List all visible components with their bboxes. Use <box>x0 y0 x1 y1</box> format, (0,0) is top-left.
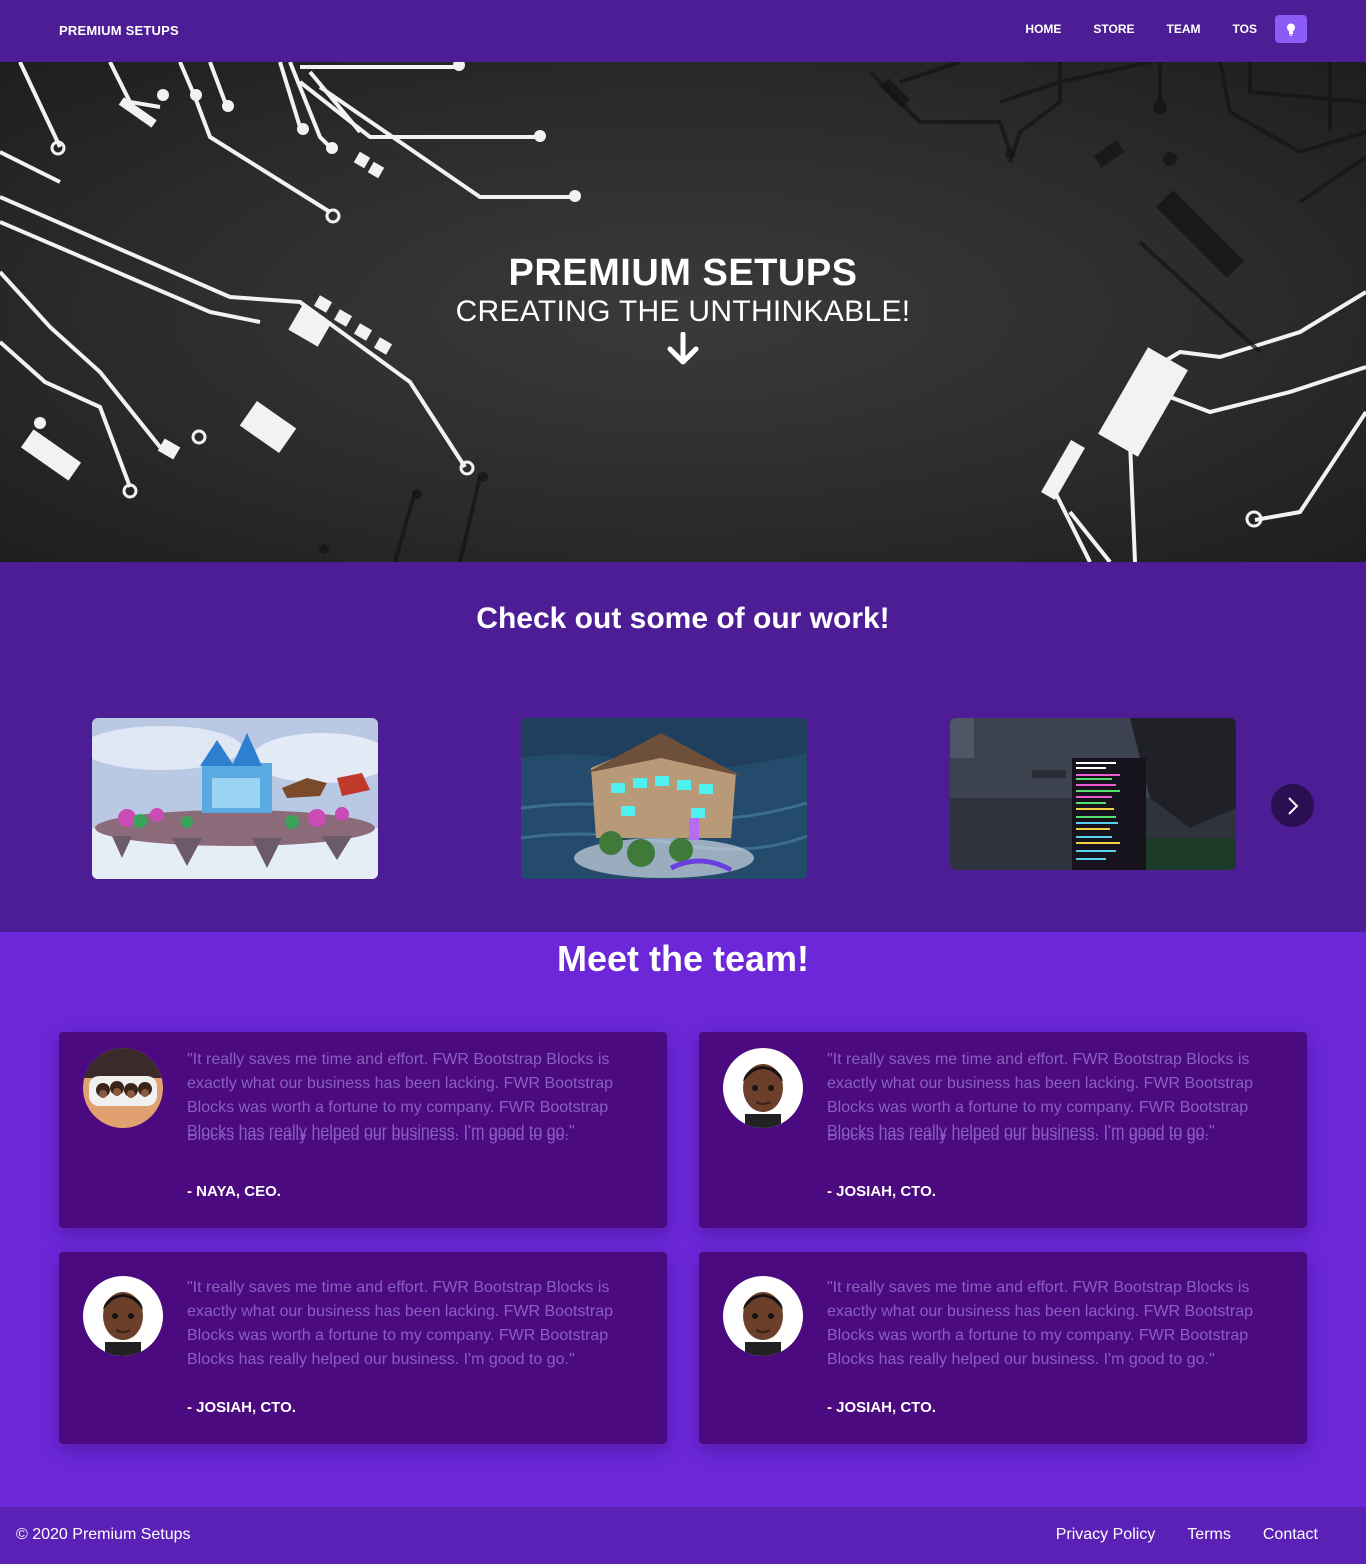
nav-tos-link[interactable]: TOS <box>1233 22 1257 36</box>
brand-logo[interactable]: PREMIUM SETUPS <box>59 23 179 38</box>
nav-links: HOME STORE TEAM TOS <box>1025 15 1307 43</box>
carousel-next-button[interactable] <box>1271 784 1314 827</box>
privacy-policy-link[interactable]: Privacy Policy <box>1056 1526 1156 1544</box>
testimonial-author: - JOSIAH, CTO. <box>187 1399 296 1416</box>
memoji-avatar <box>723 1048 803 1128</box>
nav-store-link[interactable]: STORE <box>1093 22 1134 36</box>
avatar <box>723 1276 803 1356</box>
team-card: "It really saves me time and effort. FWR… <box>59 1032 667 1228</box>
testimonial-quote: "It really saves me time and effort. FWR… <box>187 1051 613 1140</box>
group-photo <box>83 1048 163 1128</box>
navbar: PREMIUM SETUPS HOME STORE TEAM TOS <box>0 0 1366 62</box>
team-card: "It really saves me time and effort. FWR… <box>699 1252 1307 1444</box>
memoji-avatar <box>83 1276 163 1356</box>
nav-home-link[interactable]: HOME <box>1025 22 1061 36</box>
team-card: "It really saves me time and effort. FWR… <box>699 1032 1307 1228</box>
testimonial-quote: "It really saves me time and effort. FWR… <box>827 1279 1253 1368</box>
hero-title: PREMIUM SETUPS <box>508 252 858 294</box>
chevron-right-icon <box>1287 796 1298 815</box>
hero-banner: PREMIUM SETUPS CREATING THE UNTHINKABLE! <box>0 62 1366 562</box>
team-title: Meet the team! <box>556 938 810 979</box>
testimonial-quote-echo: Blocks has really helped our business. I… <box>187 1134 575 1144</box>
avatar <box>723 1048 803 1128</box>
terms-link[interactable]: Terms <box>1187 1526 1231 1544</box>
work-image-winter-island[interactable] <box>92 718 378 879</box>
testimonial-author: - JOSIAH, CTO. <box>827 1399 936 1416</box>
team-card: "It really saves me time and effort. FWR… <box>59 1252 667 1444</box>
theme-toggle-button[interactable] <box>1275 15 1307 43</box>
testimonial-quote-echo: Blocks has really helped our business. I… <box>827 1134 1215 1144</box>
footer: © 2020 Premium Setups Privacy Policy Ter… <box>0 1507 1366 1564</box>
winter-island-picture <box>92 718 378 879</box>
testimonial-quote: "It really saves me time and effort. FWR… <box>187 1279 613 1368</box>
work-section: Check out some of our work! <box>0 562 1366 932</box>
testimonial-quote: "It really saves me time and effort. FWR… <box>827 1051 1253 1140</box>
nav-team-link[interactable]: TEAM <box>1167 22 1201 36</box>
lightbulb-icon <box>1287 23 1295 36</box>
work-image-game-menu[interactable] <box>950 718 1236 870</box>
ocean-mansion-picture <box>521 718 807 879</box>
memoji-avatar <box>723 1276 803 1356</box>
testimonial-author: - JOSIAH, CTO. <box>827 1183 936 1200</box>
work-image-ocean-mansion[interactable] <box>521 718 807 879</box>
avatar <box>83 1048 163 1128</box>
game-menu-picture <box>950 718 1236 870</box>
testimonial-author: - NAYA, CEO. <box>187 1183 281 1200</box>
contact-link[interactable]: Contact <box>1263 1526 1318 1544</box>
copyright-text: © 2020 Premium Setups <box>16 1526 191 1543</box>
hero-subtitle: CREATING THE UNTHINKABLE! <box>455 295 911 328</box>
work-title: Check out some of our work! <box>476 602 890 635</box>
avatar <box>83 1276 163 1356</box>
arrow-down-icon[interactable] <box>667 332 699 366</box>
footer-links: Privacy Policy Terms Contact <box>1056 1526 1318 1544</box>
